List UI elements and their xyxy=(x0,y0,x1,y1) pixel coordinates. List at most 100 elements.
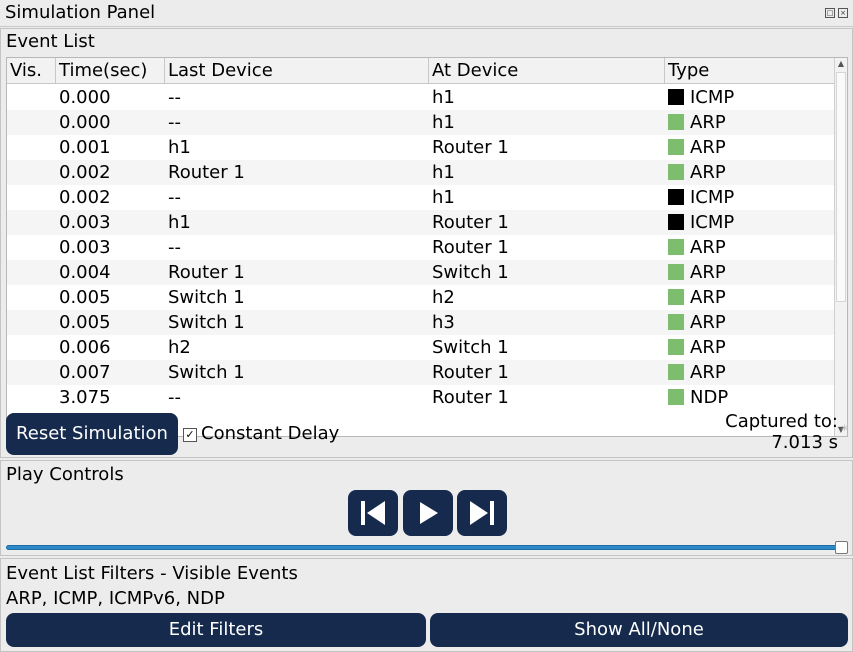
table-row[interactable]: 3.075 -- Router 1 NDP xyxy=(7,385,835,410)
table-row[interactable]: 0.005 Switch 1 h2 ARP xyxy=(7,285,835,310)
play-controls-section: Play Controls xyxy=(0,460,853,556)
column-header-last-device[interactable]: Last Device xyxy=(165,58,429,84)
cell-last-device: Switch 1 xyxy=(168,312,245,333)
type-color-swatch xyxy=(668,289,684,305)
constant-delay-checkbox[interactable]: ✓ Constant Delay xyxy=(183,423,339,445)
restore-icon[interactable]: □ xyxy=(825,8,835,18)
type-color-swatch xyxy=(668,339,684,355)
close-icon[interactable]: × xyxy=(838,8,848,18)
forward-icon xyxy=(470,501,494,525)
cell-at-device: h1 xyxy=(432,112,455,133)
type-color-swatch xyxy=(668,264,684,280)
slider-track[interactable] xyxy=(6,545,848,550)
table-header: Vis. Time(sec) Last Device At Device Typ… xyxy=(7,58,835,84)
cell-time: 0.006 xyxy=(59,337,111,358)
cell-last-device: -- xyxy=(168,112,181,133)
cell-type: ARP xyxy=(668,285,726,310)
step-back-button[interactable] xyxy=(348,490,398,536)
title-bar: Simulation Panel □ × xyxy=(0,0,853,27)
cell-last-device: -- xyxy=(168,237,181,258)
cell-at-device: Router 1 xyxy=(432,387,509,408)
table-row[interactable]: 0.002 -- h1 ICMP xyxy=(7,185,835,210)
cell-type: ARP xyxy=(668,110,726,135)
type-label: ARP xyxy=(690,287,726,308)
type-label: ARP xyxy=(690,237,726,258)
cell-last-device: -- xyxy=(168,187,181,208)
type-label: ICMP xyxy=(690,187,735,208)
panel-title: Simulation Panel xyxy=(5,2,156,23)
type-color-swatch xyxy=(668,189,684,205)
asterisk-mark: * xyxy=(841,423,848,439)
column-header-time[interactable]: Time(sec) xyxy=(56,58,165,84)
checkbox-box[interactable]: ✓ xyxy=(183,428,197,442)
cell-time: 0.005 xyxy=(59,312,111,333)
scroll-up-icon[interactable]: ▲ xyxy=(836,59,846,68)
table-row[interactable]: 0.006 h2 Switch 1 ARP xyxy=(7,335,835,360)
play-icon xyxy=(420,502,438,524)
cell-at-device: h3 xyxy=(432,312,455,333)
slider-handle[interactable] xyxy=(835,541,848,554)
cell-last-device: h1 xyxy=(168,212,191,233)
reset-simulation-button[interactable]: Reset Simulation xyxy=(6,413,178,455)
type-label: ARP xyxy=(690,337,726,358)
type-color-swatch xyxy=(668,314,684,330)
cell-type: ARP xyxy=(668,160,726,185)
column-header-type[interactable]: Type xyxy=(665,58,835,84)
type-label: ARP xyxy=(690,112,726,133)
type-label: ICMP xyxy=(690,87,735,108)
table-row[interactable]: 0.003 h1 Router 1 ICMP xyxy=(7,210,835,235)
event-table: Vis. Time(sec) Last Device At Device Typ… xyxy=(6,57,848,437)
cell-at-device: h2 xyxy=(432,287,455,308)
type-color-swatch xyxy=(668,164,684,180)
table-row[interactable]: 0.001 h1 Router 1 ARP xyxy=(7,135,835,160)
cell-time: 0.002 xyxy=(59,187,111,208)
cell-last-device: -- xyxy=(168,387,181,408)
cell-last-device: Router 1 xyxy=(168,162,245,183)
step-forward-button[interactable] xyxy=(457,490,507,536)
table-row[interactable]: 0.000 -- h1 ARP xyxy=(7,110,835,135)
cell-type: ICMP xyxy=(668,85,734,110)
type-color-swatch xyxy=(668,364,684,380)
cell-type: ARP xyxy=(668,235,726,260)
cell-last-device: -- xyxy=(168,87,181,108)
table-row[interactable]: 0.003 -- Router 1 ARP xyxy=(7,235,835,260)
table-row[interactable]: 0.000 -- h1 ICMP xyxy=(7,85,835,110)
cell-at-device: h1 xyxy=(432,162,455,183)
cell-at-device: Router 1 xyxy=(432,212,509,233)
event-list-section: Event List Vis. Time(sec) Last Device At… xyxy=(0,28,853,458)
play-buttons xyxy=(348,490,508,536)
cell-type: ARP xyxy=(668,135,726,160)
cell-time: 0.001 xyxy=(59,137,111,158)
cell-last-device: h1 xyxy=(168,137,191,158)
cell-type: NDP xyxy=(668,385,728,410)
cell-type: ARP xyxy=(668,335,726,360)
column-header-at-device[interactable]: At Device xyxy=(429,58,665,84)
table-row[interactable]: 0.007 Switch 1 Router 1 ARP xyxy=(7,360,835,385)
column-header-vis[interactable]: Vis. xyxy=(7,58,56,84)
type-label: ARP xyxy=(690,362,726,383)
play-button[interactable] xyxy=(403,490,453,536)
cell-time: 0.003 xyxy=(59,212,111,233)
playback-slider[interactable] xyxy=(6,541,848,554)
edit-filters-button[interactable]: Edit Filters xyxy=(6,613,426,647)
cell-at-device: Router 1 xyxy=(432,362,509,383)
cell-time: 0.005 xyxy=(59,287,111,308)
cell-at-device: Switch 1 xyxy=(432,337,509,358)
type-color-swatch xyxy=(668,214,684,230)
show-all-none-button[interactable]: Show All/None xyxy=(430,613,848,647)
type-color-swatch xyxy=(668,89,684,105)
cell-at-device: h1 xyxy=(432,87,455,108)
type-label: ARP xyxy=(690,162,726,183)
table-row[interactable]: 0.004 Router 1 Switch 1 ARP xyxy=(7,260,835,285)
visible-events-list: ARP, ICMP, ICMPv6, NDP xyxy=(6,588,225,609)
cell-at-device: h1 xyxy=(432,187,455,208)
cell-time: 0.007 xyxy=(59,362,111,383)
vertical-scrollbar[interactable]: ▲ ▼ xyxy=(834,58,847,436)
table-row[interactable]: 0.002 Router 1 h1 ARP xyxy=(7,160,835,185)
table-row[interactable]: 0.005 Switch 1 h3 ARP xyxy=(7,310,835,335)
cell-time: 0.002 xyxy=(59,162,111,183)
event-list-title: Event List xyxy=(6,31,95,52)
cell-at-device: Router 1 xyxy=(432,237,509,258)
cell-at-device: Router 1 xyxy=(432,137,509,158)
scrollbar-thumb[interactable] xyxy=(836,72,846,302)
